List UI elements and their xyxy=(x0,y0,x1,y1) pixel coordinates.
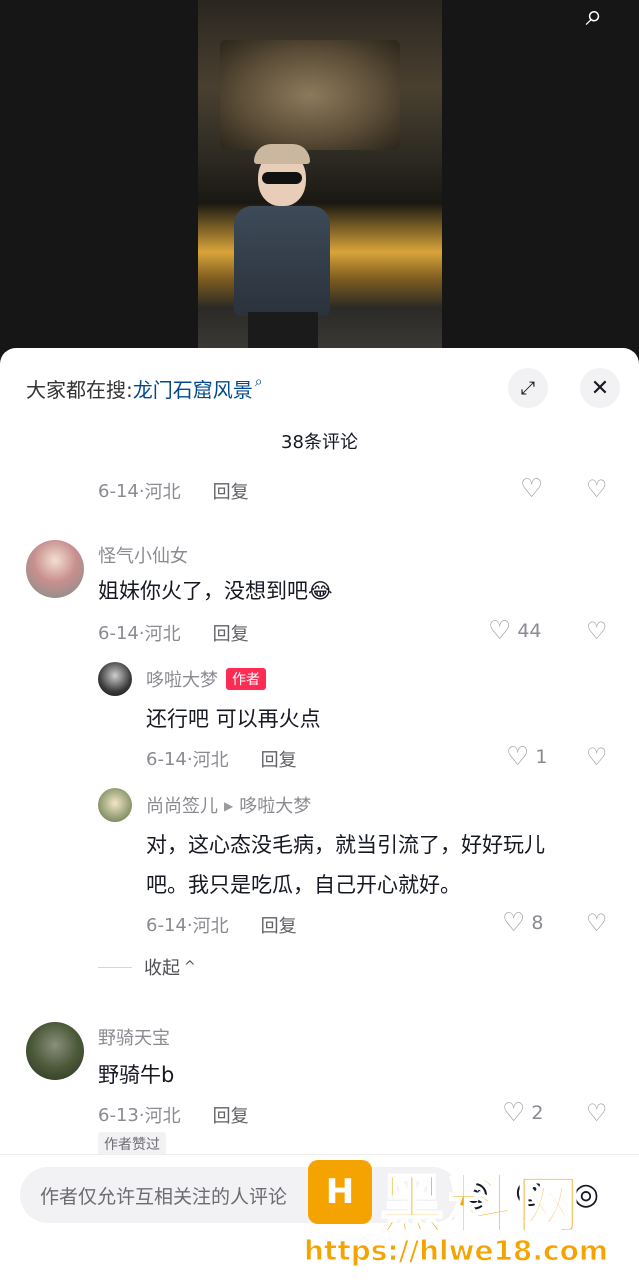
reply-meta: 6-14 · 河北 回复 xyxy=(146,746,297,772)
reply-to-user[interactable]: 哆啦大梦 xyxy=(239,796,311,817)
person-body xyxy=(234,206,330,316)
like-count: 2 xyxy=(531,1102,544,1124)
watermark: H 黑料网 https://hlwe18.com xyxy=(300,1156,630,1276)
author-liked-badge: 作者赞过 xyxy=(98,1132,166,1156)
reply-location: 河北 xyxy=(192,750,229,771)
comment-sheet: 大家都在搜: 龙门石窟风景 ⌕ ⤢ ✕ 38条评论 6-14 · 河北 回复 ♡… xyxy=(0,348,639,1280)
reply-button[interactable]: 回复 xyxy=(213,620,249,646)
like-action[interactable]: ♡ 1 xyxy=(506,744,547,770)
heart-icon[interactable]: ♡ xyxy=(520,476,543,502)
comment-date: 6-14 xyxy=(98,480,139,502)
like-count: 44 xyxy=(517,620,542,642)
reply-button[interactable]: 回复 xyxy=(261,912,297,938)
like-action[interactable]: ♡ 8 xyxy=(502,910,543,936)
dislike-icon[interactable]: ♡ xyxy=(586,476,608,502)
comment-meta: 6-14 · 河北 回复 xyxy=(98,478,249,504)
heart-icon[interactable]: ♡ xyxy=(506,744,529,770)
input-placeholder: 作者仅允许互相关注的人评论 xyxy=(40,1185,288,1208)
person-sunglasses xyxy=(262,172,302,184)
reply-date: 6-14 xyxy=(146,748,187,770)
like-action[interactable]: ♡ xyxy=(520,476,543,502)
avatar[interactable] xyxy=(26,540,84,598)
like-count: 1 xyxy=(535,746,548,768)
search-small-icon: ⌕ xyxy=(254,374,263,390)
close-icon[interactable]: ✕ xyxy=(580,368,620,408)
comment-location: 河北 xyxy=(144,482,181,503)
dislike-icon[interactable]: ♡ xyxy=(586,744,608,770)
cave-scene xyxy=(220,40,400,150)
comment-location: 河北 xyxy=(144,1106,181,1127)
trending-search[interactable]: 大家都在搜: 龙门石窟风景 ⌕ xyxy=(26,372,263,404)
reply-username: 哆啦大梦 作者 xyxy=(146,666,266,692)
like-action[interactable]: ♡ 2 xyxy=(502,1100,543,1126)
collapse-label: 收起 xyxy=(144,958,180,979)
comment-location: 河北 xyxy=(144,624,181,645)
comment-count: 38条评论 xyxy=(281,432,358,453)
reply-button[interactable]: 回复 xyxy=(261,746,297,772)
reply-date: 6-14 xyxy=(146,914,187,936)
reply-text: 还行吧 可以再火点 xyxy=(146,707,321,731)
avatar[interactable] xyxy=(26,1022,84,1080)
trending-prefix: 大家都在搜: xyxy=(26,377,133,402)
comment-text: 野骑牛b xyxy=(98,1063,175,1087)
reply-arrow-icon: ▶ xyxy=(224,799,234,813)
dislike-icon[interactable]: ♡ xyxy=(586,1100,608,1126)
search-icon[interactable]: ⌕ xyxy=(576,0,612,36)
reply-username: 尚尚签儿 ▶ 哆啦大梦 xyxy=(146,792,311,818)
watermark-logo-icon: H xyxy=(308,1160,372,1224)
reply-text-line2: 吧。我只是吃瓜，自己开心就好。 xyxy=(146,873,461,897)
reply-button[interactable]: 回复 xyxy=(213,478,249,504)
comment-date: 6-13 xyxy=(98,1104,139,1126)
comment-meta: 6-13 · 河北 回复 xyxy=(98,1102,249,1128)
avatar[interactable] xyxy=(98,662,132,696)
avatar[interactable] xyxy=(98,788,132,822)
like-action[interactable]: ♡ 44 xyxy=(488,618,542,644)
dislike-icon[interactable]: ♡ xyxy=(586,618,608,644)
trending-link[interactable]: 龙门石窟风景 xyxy=(133,374,253,403)
reply-location: 河北 xyxy=(192,916,229,937)
divider xyxy=(98,966,132,968)
video-frame[interactable] xyxy=(198,0,442,350)
reply-user[interactable]: 尚尚签儿 xyxy=(146,796,218,817)
person-legs xyxy=(248,312,318,350)
comment-username[interactable]: 野骑天宝 xyxy=(98,1024,170,1050)
person-cap xyxy=(254,144,310,164)
reply-user[interactable]: 哆啦大梦 xyxy=(146,670,218,691)
expand-icon[interactable]: ⤢ xyxy=(508,368,548,408)
collapse-replies[interactable]: 收起 ^ xyxy=(98,954,196,980)
reply-button[interactable]: 回复 xyxy=(213,1102,249,1128)
comment-text: 姐妹你火了，没想到吧😂 xyxy=(98,579,333,603)
dislike-icon[interactable]: ♡ xyxy=(586,910,608,936)
reply-meta: 6-14 · 河北 回复 xyxy=(146,912,297,938)
comment-date: 6-14 xyxy=(98,622,139,644)
watermark-url: https://hlwe18.com xyxy=(303,1234,609,1268)
author-badge: 作者 xyxy=(226,668,266,690)
chevron-up-icon: ^ xyxy=(184,959,196,975)
heart-icon[interactable]: ♡ xyxy=(488,618,511,644)
like-count: 8 xyxy=(531,912,544,934)
heart-icon[interactable]: ♡ xyxy=(502,910,525,936)
heart-icon[interactable]: ♡ xyxy=(502,1100,525,1126)
video-area[interactable]: ⌕ xyxy=(0,0,639,360)
reply-text-line1: 对，这心态没毛病，就当引流了，好好玩儿 xyxy=(146,833,545,857)
comment-username[interactable]: 怪气小仙女 xyxy=(98,542,188,568)
person-figure xyxy=(220,144,330,350)
comment-meta: 6-14 · 河北 回复 xyxy=(98,620,249,646)
watermark-title: 黑料网 xyxy=(379,1168,584,1244)
